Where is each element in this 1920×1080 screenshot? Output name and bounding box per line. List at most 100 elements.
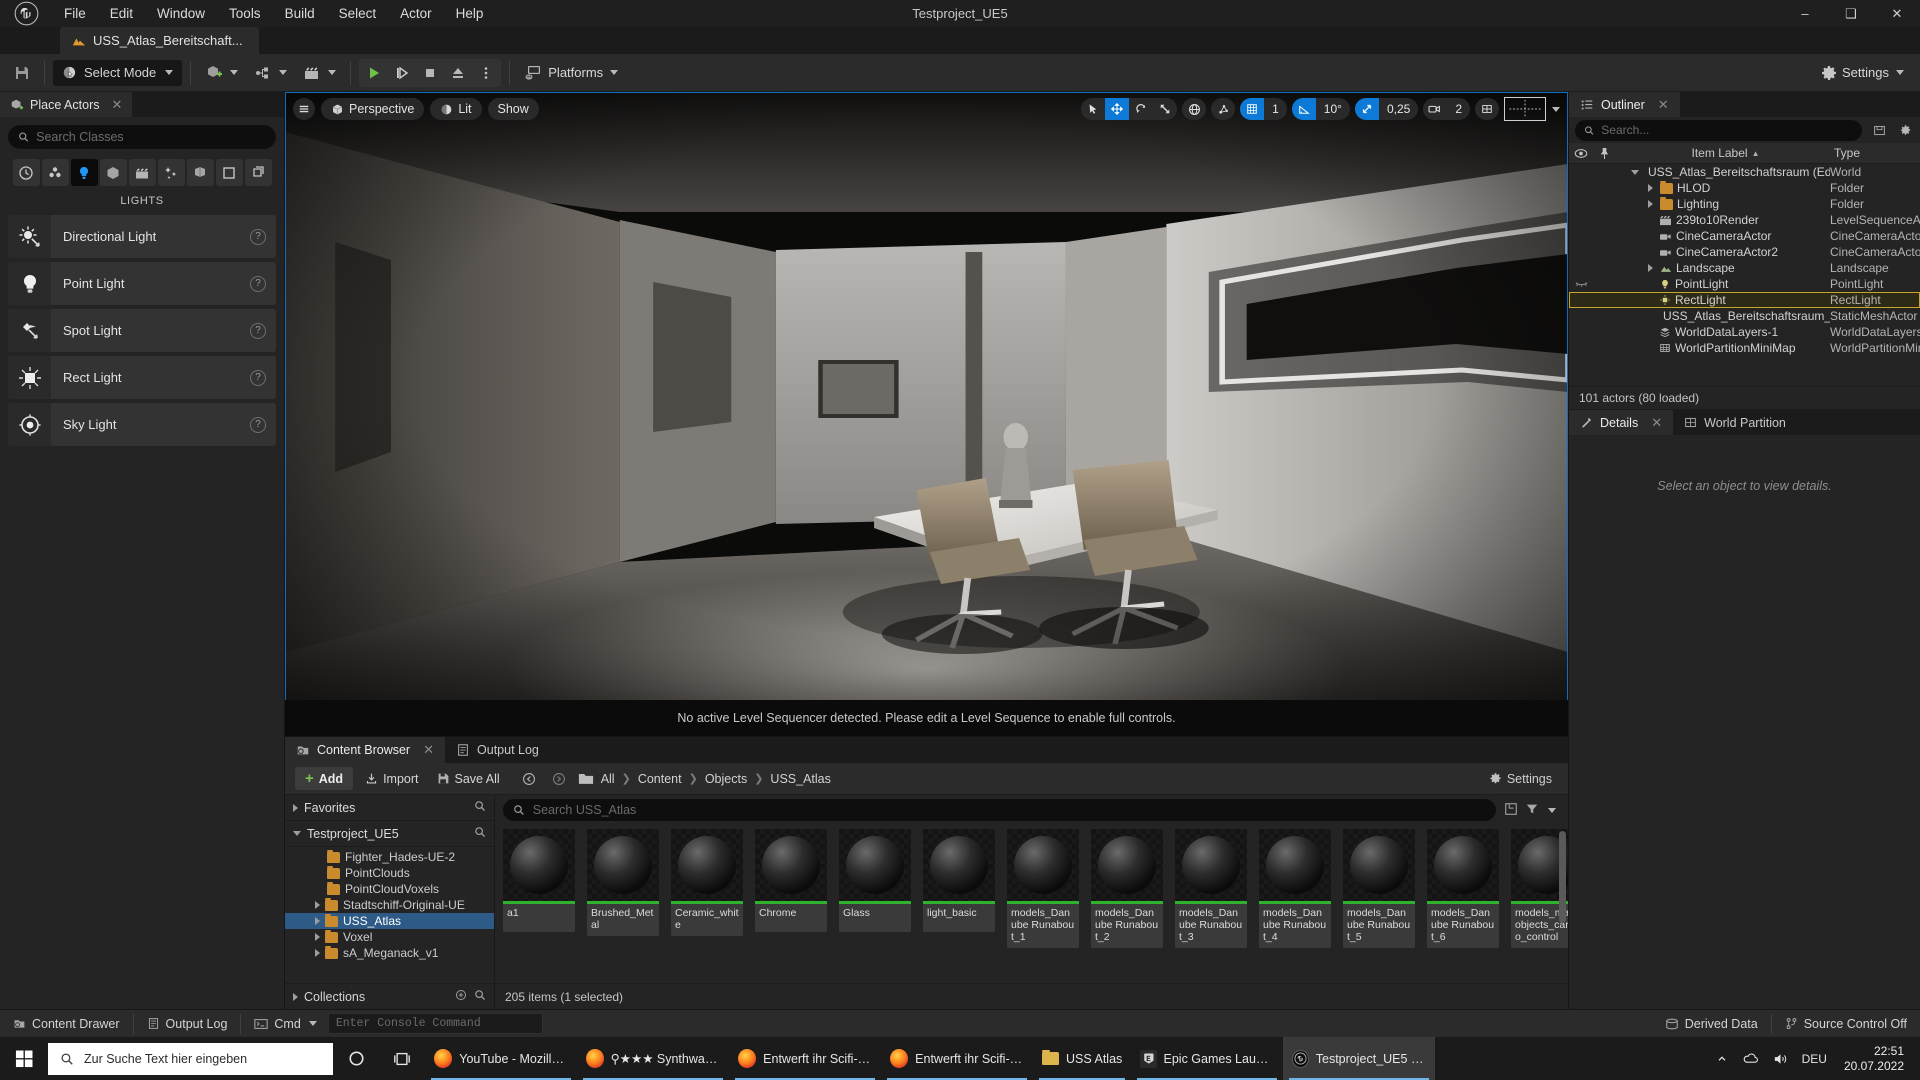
chevron-down-icon-filter[interactable] (1548, 807, 1556, 813)
category-basic[interactable] (41, 159, 69, 186)
close-icon-content-browser[interactable]: ✕ (423, 742, 434, 758)
tree-item-pointcloudvoxels[interactable]: PointCloudVoxels (285, 881, 494, 897)
asset-scrollbar[interactable] (1559, 831, 1566, 923)
tab-world-partition[interactable]: World Partition (1673, 410, 1797, 435)
taskbar-item-epic-games[interactable]: Epic Games Launch... (1131, 1037, 1283, 1080)
breadcrumb-uss-atlas[interactable]: USS_Atlas (770, 772, 830, 786)
tab-place-actors[interactable]: Place Actors ✕ (0, 92, 133, 117)
asset-tile[interactable]: light_basic (923, 829, 995, 948)
viewport-viewmode-dropdown[interactable]: Lit (430, 98, 482, 120)
console-command-input[interactable] (335, 1017, 535, 1030)
level-viewport[interactable]: Perspective Lit Show 1 10° 0,25 2 No act… (285, 92, 1568, 736)
camera-speed-icon-button[interactable] (1423, 98, 1447, 120)
tree-item-voxel[interactable]: Voxel (285, 929, 494, 945)
close-icon-details[interactable]: ✕ (1651, 415, 1662, 431)
asset-search-box[interactable] (503, 799, 1496, 821)
chevron-right-icon-meganack[interactable] (315, 949, 320, 957)
onedrive-icon[interactable] (1735, 1037, 1766, 1080)
world-space-button[interactable] (1182, 98, 1206, 120)
stop-button[interactable] (417, 61, 443, 85)
angle-snap-toggle[interactable] (1291, 98, 1316, 120)
breadcrumb-objects[interactable]: Objects (705, 772, 747, 786)
actor-item-sky-light[interactable]: Sky Light ? (8, 403, 276, 446)
taskbar-item-synthwave[interactable]: ⚲★★★ Synthwave... (577, 1037, 729, 1080)
tree-item-uss-atlas[interactable]: USS_Atlas (285, 913, 494, 929)
search-icon-favorites[interactable] (474, 800, 486, 815)
cortana-icon[interactable] (333, 1037, 379, 1080)
play-options-button[interactable] (473, 61, 499, 85)
item-label-column-header[interactable]: Item Label ▲ (1615, 143, 1830, 164)
chevron-right-icon-hlod[interactable] (1645, 183, 1656, 194)
category-visual-effects[interactable] (157, 159, 185, 186)
pin-column-header[interactable] (1593, 143, 1615, 164)
select-tool-button[interactable] (1081, 98, 1105, 120)
breadcrumb-all[interactable]: All (601, 772, 615, 786)
chevron-down-icon-viewport[interactable] (1552, 106, 1560, 112)
forward-button[interactable] (546, 767, 572, 790)
save-search-icon[interactable] (1504, 802, 1518, 819)
category-all-classes[interactable] (244, 159, 272, 186)
category-shapes[interactable] (99, 159, 127, 186)
unreal-logo-icon[interactable] (0, 0, 52, 27)
tree-item-pointclouds[interactable]: PointClouds (285, 865, 494, 881)
category-geometry[interactable] (186, 159, 214, 186)
taskbar-item-youtube[interactable]: YouTube - Mozilla ... (425, 1037, 577, 1080)
help-icon-spot-light[interactable]: ? (250, 322, 266, 339)
taskbar-search-box[interactable]: Zur Suche Text hier eingeben (48, 1042, 333, 1075)
menu-window[interactable]: Window (145, 0, 217, 27)
close-icon[interactable]: ✕ (111, 97, 122, 113)
viewport-layout-preview[interactable] (1504, 97, 1546, 121)
search-icon-tree[interactable] (474, 826, 486, 841)
scale-snap-value[interactable]: 0,25 (1379, 98, 1418, 120)
cmd-dropdown[interactable]: Cmd (245, 1013, 325, 1035)
tab-output-log[interactable]: Output Log (445, 737, 550, 763)
chevron-right-icon-landscape[interactable] (1645, 263, 1656, 274)
grid-snap-toggle[interactable] (1240, 98, 1265, 120)
outliner-row-worlddatalayers[interactable]: WorldDataLayers-1 WorldDataLayers (1569, 324, 1920, 340)
outliner-row-rectlight[interactable]: RectLight RectLight (1569, 292, 1920, 308)
asset-tile[interactable]: Glass (839, 829, 911, 948)
task-view-icon[interactable] (379, 1037, 425, 1080)
surface-snap-button[interactable] (1211, 98, 1235, 120)
search-classes-box[interactable] (8, 125, 276, 149)
favorites-header[interactable]: Favorites (285, 795, 494, 821)
category-cinematic[interactable] (128, 159, 156, 186)
outliner-row-cinecameraactor[interactable]: CineCameraActor CineCameraActor (1569, 228, 1920, 244)
angle-snap-value[interactable]: 10° (1316, 98, 1350, 120)
asset-tile[interactable]: Brushed_Metal (587, 829, 659, 948)
help-icon-directional-light[interactable]: ? (250, 228, 266, 245)
content-drawer-button[interactable]: Content Drawer (4, 1013, 129, 1035)
clock[interactable]: 22:51 20.07.2022 (1834, 1037, 1914, 1080)
taskbar-item-scifi-2[interactable]: Entwerft ihr Scifi-R... (881, 1037, 1033, 1080)
actor-item-directional-light[interactable]: Directional Light ? (8, 215, 276, 258)
outliner-search-box[interactable] (1575, 119, 1862, 141)
actor-item-point-light[interactable]: Point Light ? (8, 262, 276, 305)
tab-details[interactable]: Details ✕ (1569, 410, 1674, 435)
viewport-render[interactable] (285, 92, 1568, 736)
type-column-header[interactable]: Type (1830, 143, 1920, 164)
output-log-button[interactable]: Output Log (138, 1013, 237, 1035)
asset-tile[interactable]: models_Danube Runabout_4 (1259, 829, 1331, 948)
outliner-row-cinecameraactor2[interactable]: CineCameraActor2 CineCameraActor (1569, 244, 1920, 260)
language-indicator[interactable]: DEU (1795, 1037, 1834, 1080)
help-icon-rect-light[interactable]: ? (250, 369, 266, 386)
scale-snap-toggle[interactable] (1354, 98, 1379, 120)
outliner-save-icon[interactable] (1870, 121, 1888, 139)
viewport-show-dropdown[interactable]: Show (487, 98, 539, 120)
outliner-row-staticmesh[interactable]: USS_Atlas_Bereitschaftsraum_rpg_r Static… (1569, 308, 1920, 324)
asset-tile[interactable]: Chrome (755, 829, 827, 948)
play-button[interactable] (361, 61, 387, 85)
category-recently-placed[interactable] (12, 159, 40, 186)
outliner-row-world[interactable]: USS_Atlas_Bereitschaftsraum (Editor) Wor… (1569, 164, 1920, 180)
show-desktop-button[interactable] (1914, 1037, 1920, 1080)
viewport-perspective-dropdown[interactable]: Perspective (321, 98, 425, 120)
menu-tools[interactable]: Tools (217, 0, 273, 27)
outliner-settings-icon[interactable] (1896, 121, 1914, 139)
outliner-row-239to10render[interactable]: 239to10Render LevelSequenceActor (1569, 212, 1920, 228)
console-command-input-wrap[interactable] (327, 1013, 543, 1034)
select-mode-dropdown[interactable]: Select Mode (53, 59, 183, 86)
blueprints-button[interactable] (248, 59, 293, 87)
add-actor-button[interactable] (199, 59, 244, 87)
row-visibility-toggle[interactable] (1569, 280, 1593, 288)
menu-file[interactable]: File (52, 0, 98, 27)
